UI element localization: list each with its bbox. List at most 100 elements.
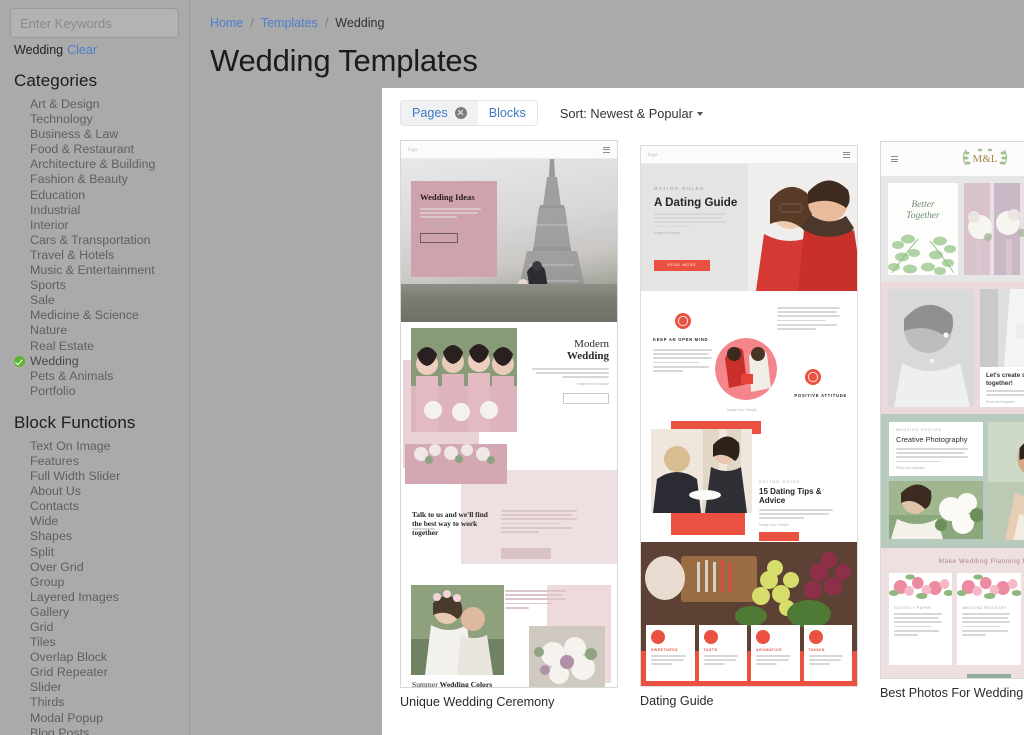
section-button[interactable] <box>563 393 609 405</box>
tips-card: DATING GUIDE 15 Dating Tips & Advice Ima… <box>752 474 848 542</box>
block-function-item-over-grid[interactable]: Over Grid <box>0 560 189 575</box>
block-function-item-wide[interactable]: Wide <box>0 514 189 529</box>
sidebar-item-sports[interactable]: Sports <box>0 278 189 293</box>
block-function-item-modal-popup[interactable]: Modal Popup <box>0 711 189 726</box>
block-function-item-split[interactable]: Split <box>0 545 189 560</box>
toolbar: Pages Blocks Sort: Newest & Popular <box>382 88 1024 126</box>
sidebar-item-travel-hotels[interactable]: Travel & Hotels <box>0 248 189 263</box>
template-preview-dating-guide[interactable]: logo DATING RULES A Dating Guide Image b… <box>640 145 858 687</box>
planning-cards: INVITES + PAPERWEDDING REGISTRYCHECKLIST <box>889 573 1024 665</box>
sidebar-item-wedding[interactable]: Wedding <box>0 354 189 369</box>
remove-pages-filter-icon[interactable] <box>454 107 467 119</box>
hamburger-icon <box>891 156 898 162</box>
feature-tile: AROMATICS <box>751 625 800 681</box>
section-text: Modern Wedding Image from Unsplash <box>523 338 609 405</box>
sidebar-item-label: Architecture & Building <box>30 157 156 172</box>
block-function-item-about-us[interactable]: About Us <box>0 484 189 499</box>
block-function-item-text-on-image[interactable]: Text On Image <box>0 439 189 454</box>
block-function-item-layered-images[interactable]: Layered Images <box>0 590 189 605</box>
block-function-item-overlap-block[interactable]: Overlap Block <box>0 650 189 665</box>
sidebar-item-technology[interactable]: Technology <box>0 112 189 127</box>
template-card[interactable]: logo <box>640 145 858 709</box>
clear-filter-link[interactable]: Clear <box>67 43 97 57</box>
tab-blocks[interactable]: Blocks <box>477 101 537 125</box>
hero-button[interactable]: READ MORE <box>654 260 710 271</box>
section-button[interactable] <box>967 674 1011 678</box>
results-panel: Pages Blocks Sort: Newest & Popular logo… <box>382 88 1024 735</box>
sidebar-item-food-restaurant[interactable]: Food & Restaurant <box>0 142 189 157</box>
block-function-item-grid[interactable]: Grid <box>0 620 189 635</box>
template-title: Unique Wedding Ceremony <box>400 695 555 709</box>
sidebar-item-art-design[interactable]: Art & Design <box>0 97 189 112</box>
feature-label-2: POSITIVE ATTITUDE <box>794 393 847 398</box>
sidebar-item-label: Real Estate <box>30 338 95 353</box>
template-title: Best Photos For Wedding <box>880 686 1024 700</box>
card-title: WEDDING REGISTRY <box>962 606 1007 610</box>
sidebar-item-portfolio[interactable]: Portfolio <box>0 384 189 399</box>
block-function-item-shapes[interactable]: Shapes <box>0 529 189 544</box>
sidebar-item-label: Cars & Transportation <box>30 232 151 247</box>
mock-navbar: logo <box>401 141 617 159</box>
block-function-item-grid-repeater[interactable]: Grid Repeater <box>0 665 189 680</box>
floral-arch-photo <box>405 444 507 484</box>
sidebar-item-label: Food & Restaurant <box>30 142 135 157</box>
mock-section-features: KEEP AN OPEN MIND Image from Freepik POS… <box>641 291 857 421</box>
sidebar-item-real-estate[interactable]: Real Estate <box>0 339 189 354</box>
sidebar-item-medicine-science[interactable]: Medicine & Science <box>0 308 189 323</box>
sort-dropdown[interactable]: Sort: Newest & Popular <box>560 106 703 121</box>
breadcrumb-home[interactable]: Home <box>210 16 243 30</box>
sidebar-item-fashion-beauty[interactable]: Fashion & Beauty <box>0 172 189 187</box>
block-function-item-blog-posts[interactable]: Blog Posts <box>0 726 189 735</box>
main-content: Home / Templates / Wedding Wedding Templates… <box>190 0 1024 735</box>
hero-button-label: READ MORE <box>667 263 697 267</box>
section-title-line2: Wedding <box>566 350 609 362</box>
template-preview-unique-wedding-ceremony[interactable]: logo Wedding Ideas Image from Unsplash M… <box>400 140 618 688</box>
section-title: Creative Photography <box>896 435 968 444</box>
block-function-label: Gallery <box>30 604 70 619</box>
section-eyebrow: DATING GUIDE <box>759 480 801 484</box>
bride-portrait-photo <box>888 289 974 407</box>
template-card[interactable]: logo <box>400 140 618 709</box>
block-function-item-thirds[interactable]: Thirds <box>0 695 189 710</box>
block-functions-list: Text On Image Features Full Width Slider Ab… <box>0 439 189 735</box>
block-function-label: Modal Popup <box>30 710 104 725</box>
search-input[interactable] <box>11 9 178 37</box>
sidebar-item-education[interactable]: Education <box>0 188 189 203</box>
sidebar-item-nature[interactable]: Nature <box>0 323 189 338</box>
mock-navbar: logo <box>641 146 857 164</box>
breadcrumb-templates[interactable]: Templates <box>261 16 318 30</box>
search-row <box>0 8 189 38</box>
template-card[interactable]: M&L Better Together Let's create togethe… <box>880 141 1024 709</box>
sidebar-item-cars-transportation[interactable]: Cars & Transportation <box>0 233 189 248</box>
sidebar-item-industrial[interactable]: Industrial <box>0 203 189 218</box>
block-function-item-tiles[interactable]: Tiles <box>0 635 189 650</box>
sidebar-item-interior[interactable]: Interior <box>0 218 189 233</box>
block-function-item-group[interactable]: Group <box>0 575 189 590</box>
hero-button[interactable] <box>420 233 458 244</box>
monogram-text: M&L <box>972 153 997 165</box>
block-function-label: Overlap Block <box>30 650 108 665</box>
sidebar-item-music-entertainment[interactable]: Music & Entertainment <box>0 263 189 278</box>
sidebar-item-architecture-building[interactable]: Architecture & Building <box>0 157 189 172</box>
template-preview-best-photos-for-wedding[interactable]: M&L Better Together Let's create togethe… <box>880 141 1024 679</box>
mock-section-talk-to-us: Talk to us and we'll find the best way t… <box>401 444 617 582</box>
check-icon <box>14 356 25 368</box>
block-function-item-gallery[interactable]: Gallery <box>0 605 189 620</box>
feature-tiles: SWEETNESS TASTE AROMATICS TANNIN <box>646 625 852 681</box>
block-function-label: Layered Images <box>30 589 119 604</box>
photography-card: WEDDING PHOTOS Creative Photography Phot… <box>889 422 983 476</box>
section-button[interactable] <box>759 532 799 542</box>
section-button[interactable] <box>501 548 551 559</box>
sidebar-item-business-law[interactable]: Business & Law <box>0 127 189 142</box>
sidebar-item-sale[interactable]: Sale <box>0 293 189 308</box>
better-together-card: Better Together <box>888 183 958 275</box>
tab-blocks-label: Blocks <box>488 106 526 120</box>
block-function-item-contacts[interactable]: Contacts <box>0 499 189 514</box>
sidebar-item-label: Travel & Hotels <box>30 247 115 262</box>
block-function-item-features[interactable]: Features <box>0 454 189 469</box>
tab-pages[interactable]: Pages <box>401 101 478 125</box>
section-heading: Make Wedding Planning Easy <box>938 558 1024 565</box>
block-function-item-slider[interactable]: Slider <box>0 680 189 695</box>
block-function-item-full-width-slider[interactable]: Full Width Slider <box>0 469 189 484</box>
sidebar-item-pets-animals[interactable]: Pets & Animals <box>0 369 189 384</box>
